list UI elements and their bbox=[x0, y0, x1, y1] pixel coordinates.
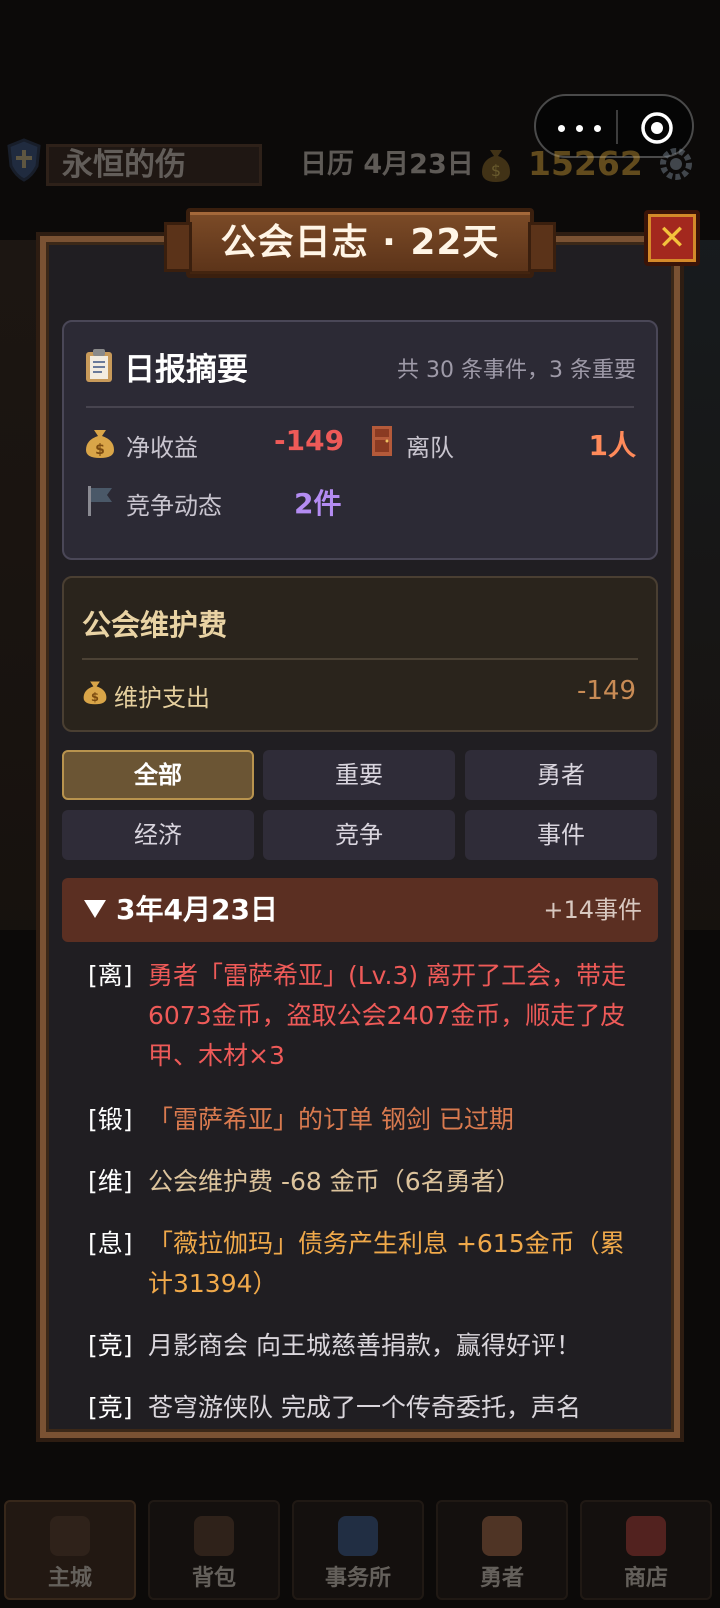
backpack-icon bbox=[194, 1516, 234, 1556]
summary-title: 日报摘要 bbox=[124, 352, 248, 388]
castle-icon bbox=[50, 1516, 90, 1556]
calendar-date: 日历 4月23日 bbox=[300, 149, 474, 180]
hero-icon bbox=[482, 1516, 522, 1556]
maintenance-card: 公会维护费 $ 维护支出 -149 bbox=[62, 576, 658, 732]
maintenance-label: 维护支出 bbox=[114, 684, 210, 712]
tab-shop[interactable]: 商店 bbox=[580, 1500, 712, 1600]
money-bag-icon: $ bbox=[83, 681, 107, 705]
log-text: 公会维护费 -68 金币（6名勇者） bbox=[148, 1167, 521, 1196]
log-entry: [息] 「薇拉伽玛」债务产生利息 +615金币（累计31394） bbox=[88, 1224, 648, 1304]
tab-main-city[interactable]: 主城 bbox=[4, 1500, 136, 1600]
log-text: 「雷萨希亚」的订单 钢剑 已过期 bbox=[148, 1105, 514, 1134]
shop-icon bbox=[626, 1516, 666, 1556]
background-right-wall bbox=[676, 240, 720, 930]
log-entry: [竞] 月影商会 向王城慈善捐款，赢得好评！ bbox=[88, 1326, 648, 1366]
day-group-header[interactable]: 3年4月23日 +14事件 bbox=[62, 878, 658, 942]
log-text: 「薇拉伽玛」债务产生利息 +615金币（累计31394） bbox=[148, 1229, 625, 1298]
day-event-count: +14事件 bbox=[543, 896, 642, 924]
log-tag: [锻] bbox=[88, 1105, 133, 1134]
door-icon bbox=[372, 426, 392, 456]
tab-label: 商店 bbox=[623, 1566, 668, 1591]
filter-competition[interactable]: 竞争 bbox=[263, 810, 455, 860]
svg-text:$: $ bbox=[491, 161, 501, 180]
leave-label: 离队 bbox=[406, 434, 454, 462]
leave-value: 1人 bbox=[588, 429, 636, 462]
log-tag: [离] bbox=[88, 961, 133, 990]
log-entry: [竞] 苍穹游侠队 完成了一个传奇委托，声名 bbox=[88, 1388, 648, 1428]
log-tag: [竞] bbox=[88, 1331, 133, 1360]
tab-label: 勇者 bbox=[479, 1566, 524, 1591]
log-text: 勇者「雷萨希亚」(Lv.3) 离开了工会，带走6073金币，盗取公会2407金币… bbox=[148, 961, 627, 1070]
filter-all[interactable]: 全部 bbox=[62, 750, 254, 800]
settings-gear-icon[interactable] bbox=[656, 144, 696, 184]
maintenance-value: -149 bbox=[576, 676, 636, 706]
close-icon: ✕ bbox=[657, 218, 687, 258]
guild-shield-icon bbox=[7, 138, 41, 182]
daily-summary-card: 日报摘要 共 30 条事件，3 条重要 $ 净收益 -149 离队 1人 竞争动… bbox=[62, 320, 658, 560]
day-date: 3年4月23日 bbox=[116, 893, 278, 926]
filter-events[interactable]: 事件 bbox=[465, 810, 657, 860]
net-income-value: -149 bbox=[274, 424, 345, 457]
filter-heroes[interactable]: 勇者 bbox=[465, 750, 657, 800]
tab-label: 事务所 bbox=[324, 1566, 391, 1591]
log-tag: [维] bbox=[88, 1167, 133, 1196]
clipboard-icon bbox=[86, 349, 112, 382]
divider bbox=[82, 658, 638, 660]
flag-icon bbox=[88, 486, 112, 516]
gold-amount: 15262 bbox=[528, 144, 643, 183]
tab-label: 背包 bbox=[191, 1566, 236, 1591]
log-tag: [竞] bbox=[88, 1393, 133, 1422]
bottom-tab-bar: 主城 背包 事务所 勇者 商店 bbox=[0, 1492, 720, 1608]
svg-text:$: $ bbox=[91, 690, 99, 704]
log-tag: [息] bbox=[88, 1229, 133, 1258]
competition-value: 2件 bbox=[294, 487, 342, 520]
net-income-label: 净收益 bbox=[126, 434, 198, 462]
maintenance-title: 公会维护费 bbox=[82, 608, 228, 642]
tab-label: 主城 bbox=[47, 1566, 92, 1591]
log-entry: [离] 勇者「雷萨希亚」(Lv.3) 离开了工会，带走6073金币，盗取公会24… bbox=[88, 956, 648, 1076]
log-text: 苍穹游侠队 完成了一个传奇委托，声名 bbox=[148, 1393, 581, 1422]
summary-event-count: 共 30 条事件，3 条重要 bbox=[397, 358, 636, 383]
modal-title-plaque: 公会日志 · 22天 bbox=[164, 208, 556, 278]
money-bag-icon: $ bbox=[86, 430, 114, 458]
tab-backpack[interactable]: 背包 bbox=[148, 1500, 280, 1600]
svg-text:$: $ bbox=[95, 442, 105, 458]
plaque-ribbon-left bbox=[164, 222, 192, 272]
shield-icon bbox=[338, 1516, 378, 1556]
modal-title: 公会日志 · 22天 bbox=[220, 222, 500, 263]
background-left-wall bbox=[0, 240, 44, 930]
player-name: 永恒的伤 bbox=[62, 147, 186, 183]
filter-important[interactable]: 重要 bbox=[263, 750, 455, 800]
divider bbox=[86, 406, 634, 408]
competition-label: 竞争动态 bbox=[126, 492, 222, 520]
close-button[interactable]: ✕ bbox=[644, 210, 700, 266]
filter-economy[interactable]: 经济 bbox=[62, 810, 254, 860]
plaque-ribbon-right bbox=[528, 222, 556, 272]
tab-heroes[interactable]: 勇者 bbox=[436, 1500, 568, 1600]
log-entry: [锻] 「雷萨希亚」的订单 钢剑 已过期 bbox=[88, 1100, 648, 1140]
log-text: 月影商会 向王城慈善捐款，赢得好评！ bbox=[148, 1331, 581, 1360]
gold-bag-icon: $ bbox=[482, 150, 510, 182]
log-entry: [维] 公会维护费 -68 金币（6名勇者） bbox=[88, 1162, 648, 1202]
background-top-bar: 永恒的伤 日历 4月23日 $ 15262 bbox=[0, 138, 720, 200]
collapse-triangle-icon bbox=[84, 900, 106, 918]
tab-office[interactable]: 事务所 bbox=[292, 1500, 424, 1600]
